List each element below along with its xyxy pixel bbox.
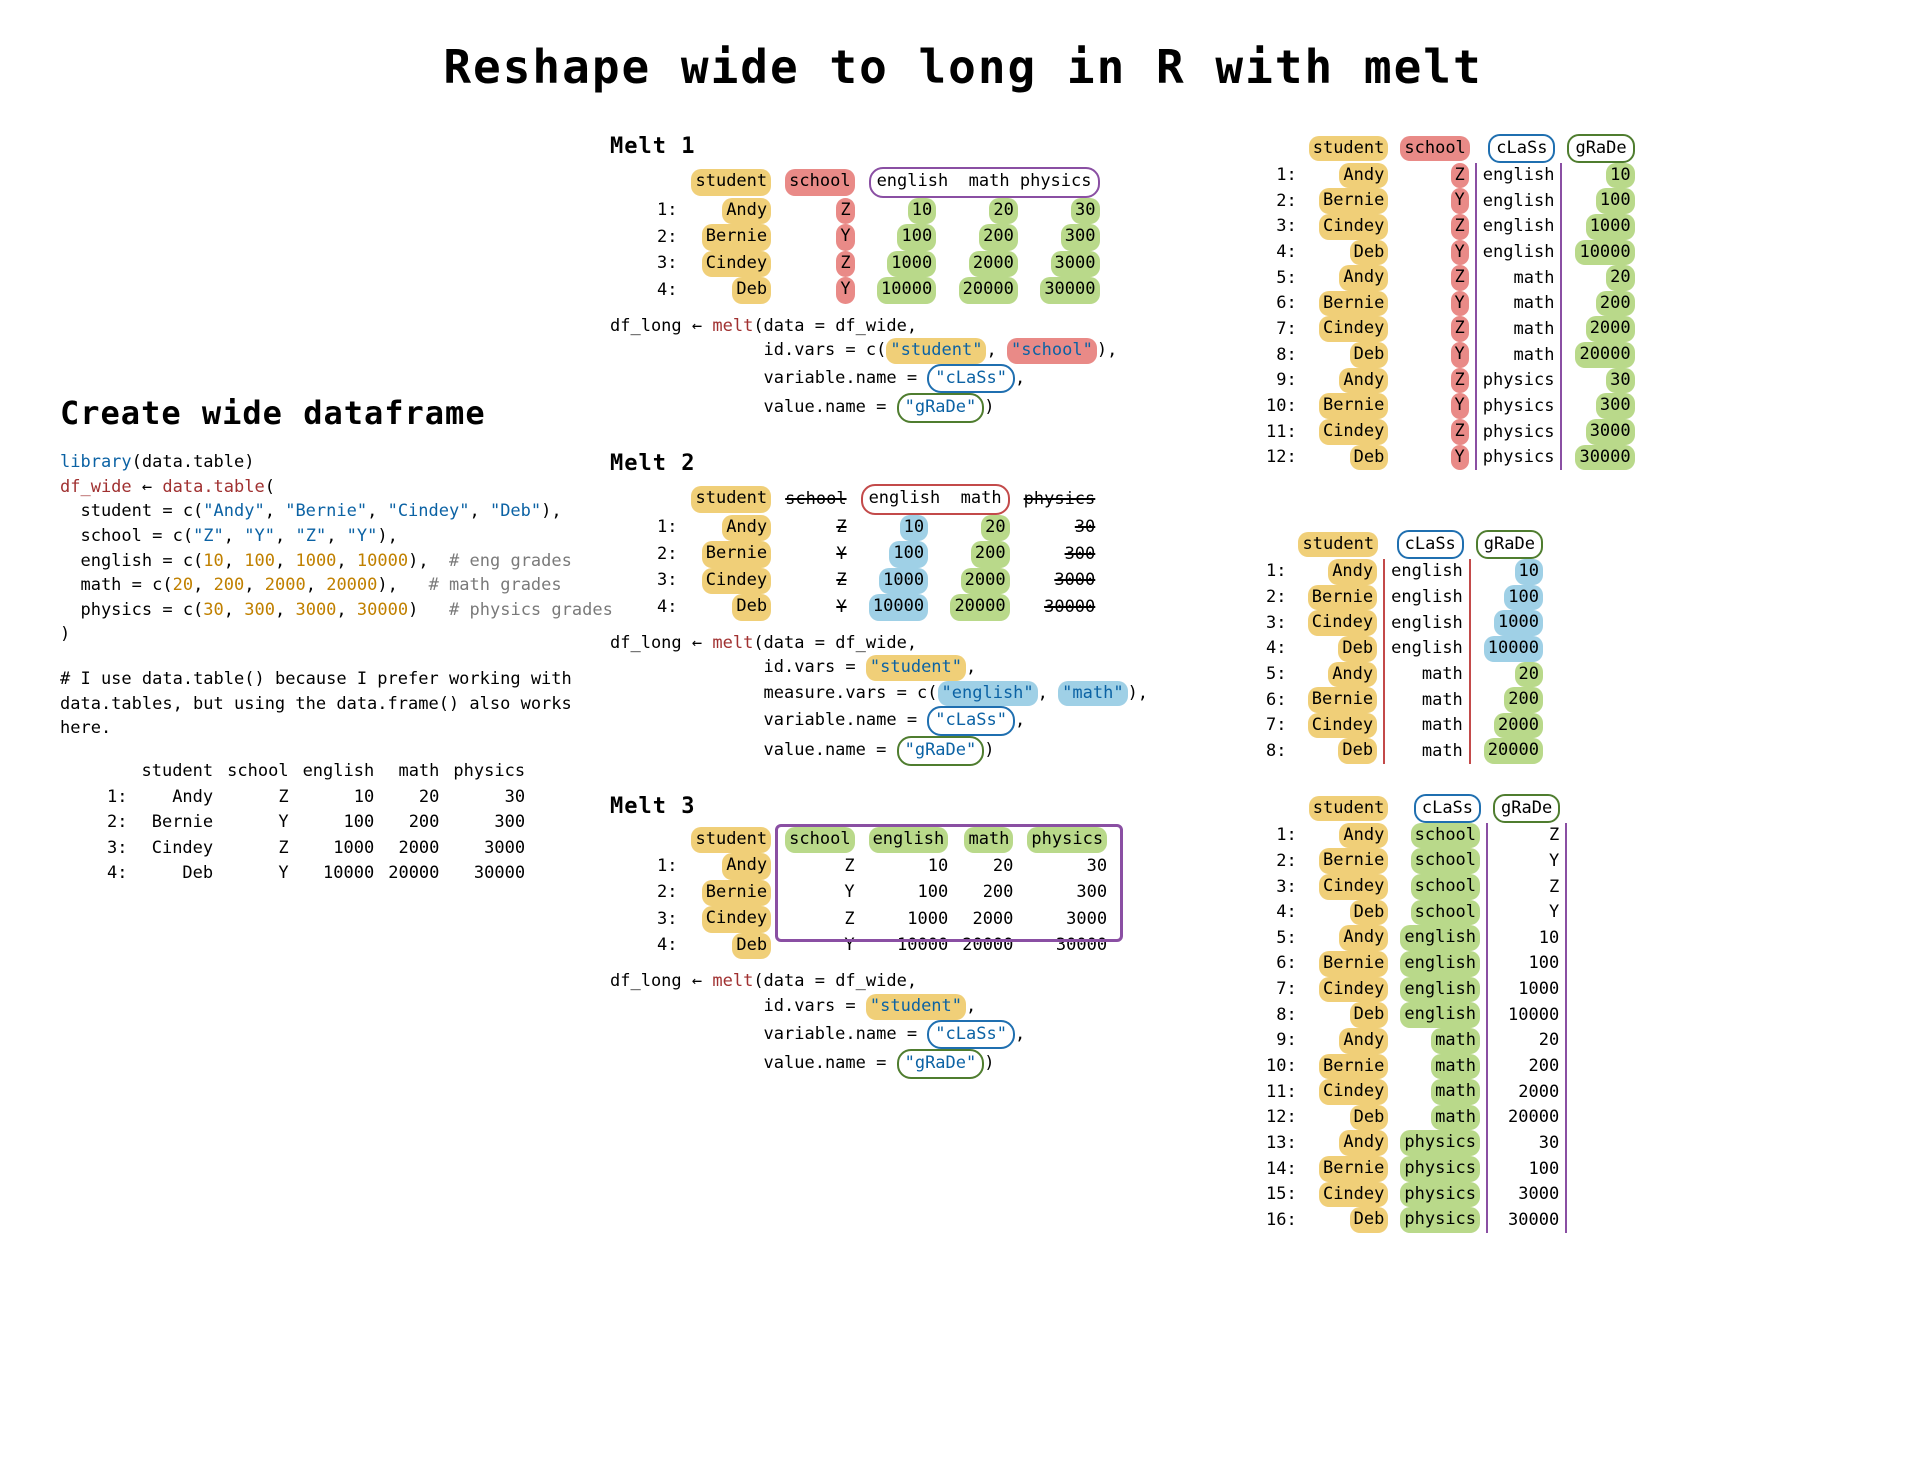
melt3-input-table: studentschoolenglishmathphysics1:AndyZ10… [650, 827, 1114, 960]
melt1-block: Melt 1 studentschoolenglish math physics… [610, 134, 1230, 423]
melt2-block: Melt 2 studentschoolenglish mathphysics1… [610, 451, 1230, 766]
melt3-heading: Melt 3 [610, 794, 1230, 819]
melt1-output-table: studentschoolcLaSsgRaDe1:AndyZenglish102… [1260, 134, 1641, 470]
melt1-heading: Melt 1 [610, 134, 1230, 159]
note-df: data.frame() [336, 694, 459, 714]
left-column: Create wide dataframe library(data.table… [60, 134, 580, 897]
note-dt: data.table() [142, 669, 265, 689]
melt2-call: df_long ← melt(data = df_wide, id.vars =… [610, 631, 1230, 766]
melt2-input-table: studentschoolenglish mathphysics1:AndyZ1… [650, 484, 1102, 621]
melt1-input-table: studentschoolenglish math physics1:AndyZ… [650, 167, 1107, 304]
melt3-block: Melt 3 studentschoolenglishmathphysics1:… [610, 794, 1230, 1079]
melt3-call: df_long ← melt(data = df_wide, id.vars =… [610, 969, 1230, 1079]
melt2-heading: Melt 2 [610, 451, 1230, 476]
create-wide-code: library(data.table) df_wide ← data.table… [60, 450, 580, 647]
note-text: # I use [60, 669, 142, 689]
page-title: Reshape wide to long in R with melt [60, 40, 1866, 94]
mid-column: Melt 1 studentschoolenglish math physics… [610, 134, 1230, 1107]
wide-output-table: studentschoolenglishmathphysics1:AndyZ10… [100, 759, 532, 887]
create-wide-note: # I use data.table() because I prefer wo… [60, 667, 580, 741]
create-wide-heading: Create wide dataframe [60, 394, 580, 432]
right-column: studentschoolcLaSsgRaDe1:AndyZenglish102… [1260, 134, 1730, 1261]
melt2-output-table: studentcLaSsgRaDe1:Andyenglish102:Bernie… [1260, 530, 1549, 764]
melt1-call: df_long ← melt(data = df_wide, id.vars =… [610, 314, 1230, 424]
melt3-output-table: studentcLaSsgRaDe1:AndyschoolZ2:Berniesc… [1260, 794, 1567, 1233]
